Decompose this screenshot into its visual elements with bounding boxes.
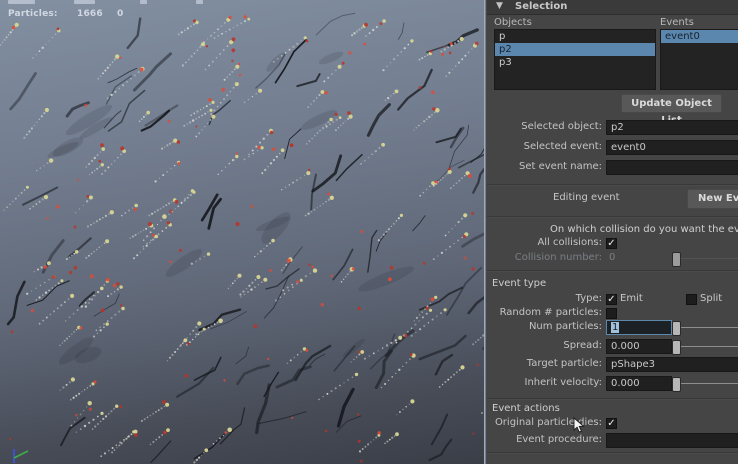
hud-particles-label: Particles:	[8, 9, 58, 19]
viewport-3d[interactable]: Particles: 1666 0	[0, 0, 484, 464]
all-collisions-label: All collisions:	[487, 237, 602, 248]
num-particles-field[interactable]: 1	[606, 320, 672, 335]
target-particle-label: Target particle:	[487, 358, 602, 369]
event-actions-section-title: Event actions	[492, 403, 560, 414]
divider	[487, 452, 738, 454]
hud-particles-count: 1666	[77, 9, 103, 19]
objects-list-item-p[interactable]: p	[495, 30, 655, 43]
event-procedure-field[interactable]	[606, 433, 738, 448]
particle-field	[0, 0, 484, 464]
events-list-item-event0[interactable]: event0	[661, 30, 738, 43]
divider	[487, 184, 738, 186]
editing-event-label: Editing event	[553, 192, 620, 203]
divider	[487, 398, 738, 400]
slider-handle[interactable]	[672, 321, 681, 336]
events-list: event0	[660, 29, 738, 90]
selection-section-title: Selection	[515, 1, 567, 12]
events-list-label: Events	[660, 17, 694, 28]
objects-list: p p2 p3	[494, 29, 656, 90]
collision-number-value: 0	[609, 252, 615, 263]
target-particle-field[interactable]: pShape3	[606, 357, 738, 372]
objects-list-label: Objects	[494, 17, 532, 28]
maya-window: Particles: 1666 0 ▼ Selection Objects Ev…	[0, 0, 738, 464]
slider-track	[680, 346, 738, 347]
objects-list-item-p3[interactable]: p3	[495, 56, 655, 69]
original-particle-dies-label: Original particle dies:	[487, 417, 602, 428]
divider	[487, 270, 738, 272]
original-particle-dies-checkbox[interactable]	[606, 418, 617, 429]
collision-events-panel: ▼ Selection Objects Events p p2 p3 event…	[487, 0, 738, 464]
event-type-section-title: Event type	[492, 278, 546, 289]
random-particles-checkbox[interactable]	[606, 308, 617, 319]
collapse-triangle-icon: ▼	[496, 1, 503, 11]
slider-track	[680, 258, 738, 259]
slider-handle[interactable]	[672, 377, 681, 392]
new-event-button[interactable]: New Event	[687, 189, 738, 209]
selected-event-field[interactable]: event0	[606, 140, 738, 155]
selected-event-label: Selected event:	[487, 141, 602, 152]
update-object-list-button[interactable]: Update Object List	[621, 94, 722, 113]
collision-question-text: On which collision do you want the event…	[550, 224, 738, 235]
set-event-name-field[interactable]	[606, 160, 738, 175]
random-particles-label: Random # particles:	[487, 307, 602, 318]
hud-particles-selected: 0	[117, 9, 123, 19]
objects-list-item-p2[interactable]: p2	[495, 43, 655, 56]
emit-checkbox[interactable]	[606, 294, 617, 305]
event-procedure-label: Event procedure:	[487, 434, 602, 445]
selection-section-header[interactable]: ▼ Selection	[487, 0, 738, 15]
slider-handle[interactable]	[672, 340, 681, 355]
slider-track	[680, 327, 738, 328]
num-particles-label: Num particles:	[487, 321, 602, 332]
all-collisions-checkbox[interactable]	[606, 238, 617, 249]
divider	[487, 216, 738, 218]
emit-label: Emit	[620, 293, 643, 304]
hud-clipped-row	[0, 0, 484, 4]
set-event-name-label: Set event name:	[487, 161, 602, 172]
slider-handle[interactable]	[672, 252, 681, 267]
collision-number-label: Collision number:	[487, 252, 602, 263]
spread-label: Spread:	[487, 340, 602, 351]
selected-object-label: Selected object:	[487, 121, 602, 132]
inherit-velocity-label: Inherit velocity:	[487, 377, 602, 388]
selected-object-field[interactable]: p2	[606, 120, 738, 135]
type-label: Type:	[487, 293, 602, 304]
split-label: Split	[700, 293, 722, 304]
inherit-velocity-field[interactable]: 0.000	[606, 376, 672, 391]
num-particles-selected-text: 1	[611, 322, 619, 333]
spread-field[interactable]: 0.000	[606, 339, 672, 354]
slider-track	[680, 383, 738, 384]
split-checkbox[interactable]	[686, 294, 697, 305]
